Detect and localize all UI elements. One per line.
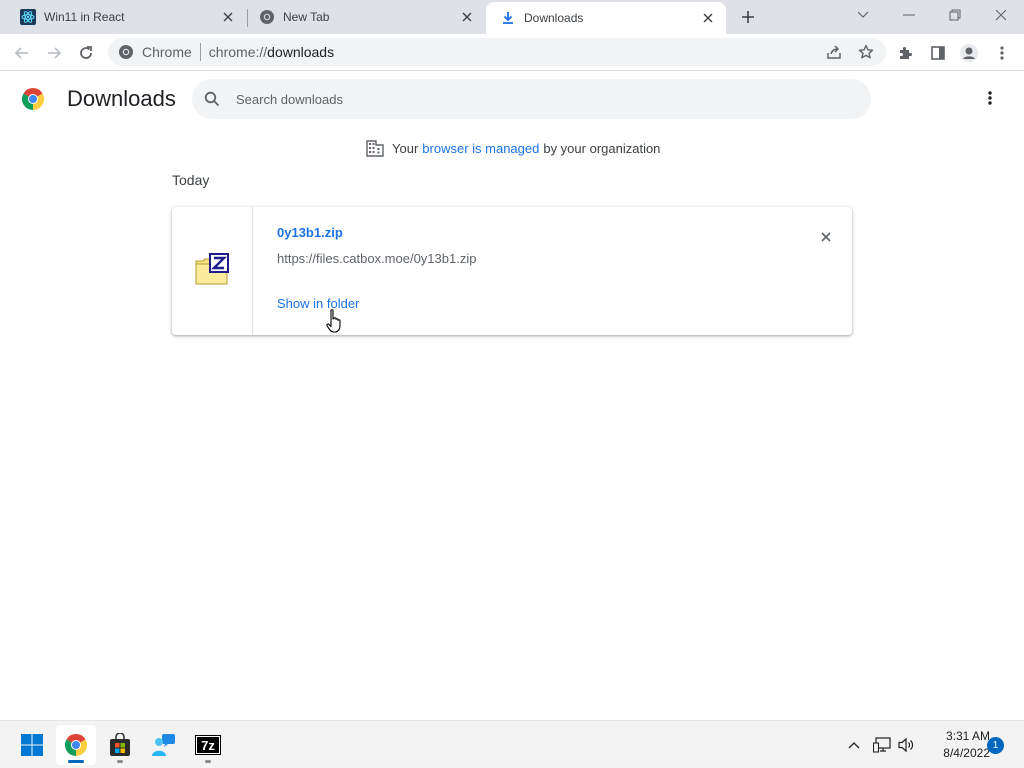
taskbar-clock[interactable]: 3:31 AM 8/4/2022	[922, 728, 990, 762]
browser-toolbar: Chrome chrome://downloads	[0, 34, 1024, 71]
network-button[interactable]	[870, 733, 894, 757]
volume-button[interactable]	[895, 733, 919, 757]
chrome-logo-icon	[21, 88, 45, 110]
chrome-icon	[64, 734, 88, 756]
download-source-url: https://files.catbox.moe/0y13b1.zip	[277, 251, 477, 266]
people-icon	[152, 734, 175, 756]
remove-download-button[interactable]	[814, 225, 838, 249]
react-icon	[20, 9, 36, 25]
close-icon	[821, 232, 831, 242]
chevron-up-icon	[848, 742, 860, 749]
search-downloads-box[interactable]	[192, 79, 871, 119]
zip-file-icon	[195, 253, 229, 285]
tab-search-button[interactable]	[840, 0, 886, 30]
building-icon	[366, 140, 384, 157]
plus-icon	[742, 11, 754, 23]
show-hidden-icons-button[interactable]	[842, 733, 866, 757]
extensions-button[interactable]	[892, 39, 920, 67]
close-icon	[995, 9, 1007, 21]
download-item: 0y13b1.zip https://files.catbox.moe/0y13…	[172, 207, 852, 335]
tab-title: New Tab	[283, 10, 330, 24]
profile-button[interactable]	[955, 39, 983, 67]
chrome-menu-button[interactable]	[988, 39, 1016, 67]
back-button[interactable]	[8, 39, 36, 67]
star-icon	[858, 44, 874, 59]
minimize-icon	[903, 14, 915, 16]
managed-prefix: Your	[392, 140, 419, 156]
restore-icon	[949, 9, 961, 21]
close-tab-icon[interactable]	[459, 9, 475, 25]
chrome-icon	[259, 9, 275, 25]
puzzle-icon	[900, 47, 912, 59]
address-bar[interactable]: Chrome chrome://downloads	[108, 38, 886, 66]
store-icon	[110, 733, 130, 756]
reload-button[interactable]	[72, 39, 100, 67]
close-tab-icon[interactable]	[700, 10, 716, 26]
start-icon	[21, 734, 43, 756]
url-path: downloads	[267, 44, 335, 60]
chevron-down-icon	[857, 11, 869, 18]
taskbar-7zip[interactable]: 7z	[188, 725, 228, 765]
downloads-header: Downloads	[0, 72, 1024, 128]
close-tab-icon[interactable]	[220, 9, 236, 25]
tab-title: Downloads	[524, 11, 584, 25]
taskbar: 7z 3:31 AM 8/4/2022 1	[0, 720, 1024, 768]
taskbar-people[interactable]	[144, 725, 184, 765]
date-section-label: Today	[172, 172, 210, 188]
page-title: Downloads	[67, 86, 176, 111]
running-indicator	[205, 760, 211, 763]
url-scheme: chrome://	[208, 44, 268, 60]
tab-downloads[interactable]: Downloads	[486, 2, 726, 34]
reload-icon	[80, 46, 92, 59]
notification-badge[interactable]: 1	[987, 737, 1004, 754]
arrow-left-icon	[14, 47, 28, 59]
running-indicator	[68, 760, 84, 763]
clock-date: 8/4/2022	[943, 746, 990, 760]
avatar-icon	[960, 44, 978, 62]
tab-title: Win11 in React	[44, 10, 125, 24]
managed-notice: Your browser is managed by your organiza…	[366, 139, 660, 157]
share-icon	[827, 45, 841, 59]
show-in-folder-link[interactable]: Show in folder	[277, 296, 359, 311]
network-icon	[873, 737, 891, 753]
download-file-name[interactable]: 0y13b1.zip	[277, 225, 343, 240]
download-icon	[500, 10, 516, 26]
card-divider	[252, 207, 253, 335]
close-window-button[interactable]	[978, 0, 1024, 30]
side-panel-icon	[931, 46, 945, 60]
forward-button[interactable]	[40, 39, 68, 67]
new-tab-button[interactable]	[736, 5, 760, 29]
bookmark-button[interactable]	[854, 40, 878, 64]
site-label: Chrome	[142, 44, 192, 60]
more-vert-icon	[1000, 46, 1004, 60]
restore-button[interactable]	[932, 0, 978, 30]
share-button[interactable]	[822, 40, 846, 64]
clock-time: 3:31 AM	[945, 729, 990, 743]
7zip-label: 7z	[201, 738, 215, 753]
arrow-right-icon	[48, 47, 62, 59]
browser-managed-link[interactable]: browser is managed	[422, 141, 539, 156]
tab-strip: Win11 in React New Tab Downloads	[0, 0, 1024, 34]
volume-icon	[898, 737, 914, 753]
side-panel-button[interactable]	[924, 39, 952, 67]
taskbar-store[interactable]	[100, 725, 140, 765]
running-indicator	[117, 760, 123, 763]
hand-cursor-icon	[326, 309, 341, 333]
search-icon	[204, 91, 220, 107]
managed-suffix: by your organization	[543, 140, 661, 156]
chrome-icon	[118, 44, 134, 60]
tab-new-tab[interactable]: New Tab	[239, 0, 485, 34]
start-button[interactable]	[12, 725, 52, 765]
taskbar-chrome[interactable]	[56, 725, 96, 765]
search-input[interactable]	[236, 91, 836, 107]
minimize-button[interactable]	[886, 0, 932, 30]
downloads-menu-button[interactable]	[978, 86, 1002, 110]
omnibox-divider	[199, 43, 201, 61]
7zip-icon: 7z	[195, 735, 221, 755]
more-vert-icon	[988, 91, 992, 105]
tab-win11-in-react[interactable]: Win11 in React	[0, 0, 246, 34]
